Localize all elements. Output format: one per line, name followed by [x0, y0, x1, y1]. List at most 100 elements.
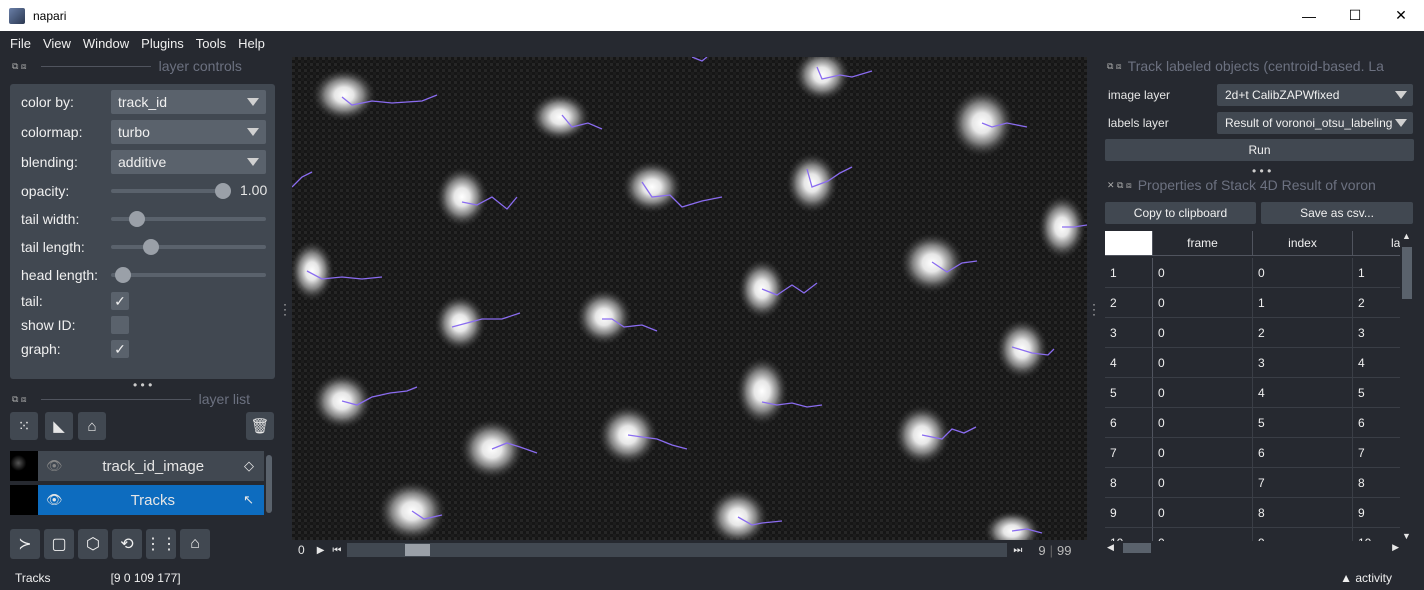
play-icon[interactable]: ▶ [317, 545, 325, 556]
scroll-right-icon[interactable]: ▶ [1392, 542, 1399, 553]
dock-float-icon[interactable]: ⧉ ⧈ [1107, 61, 1122, 72]
colormap-combo[interactable]: turbo [111, 120, 266, 144]
console-button[interactable]: ≻ [10, 529, 40, 559]
splitter-handle-icon[interactable]: • • • [133, 378, 152, 392]
scroll-down-icon[interactable]: ▼ [1402, 531, 1411, 541]
cell-frame[interactable]: 0 [1153, 318, 1253, 348]
cell-label[interactable]: 2 [1353, 288, 1400, 318]
cell-index[interactable]: 8 [1253, 498, 1353, 528]
cell-frame[interactable]: 0 [1153, 378, 1253, 408]
menu-file[interactable]: File [4, 36, 37, 51]
roll-dims-button[interactable]: ⬡ [78, 529, 108, 559]
head-length-slider[interactable] [111, 267, 266, 283]
cell-label[interactable]: 10 [1353, 528, 1400, 542]
row-number[interactable]: 4 [1105, 348, 1153, 378]
menu-window[interactable]: Window [77, 36, 135, 51]
column-header-label[interactable]: la [1353, 231, 1400, 256]
table-row[interactable]: 5045 [1105, 378, 1400, 408]
tail-length-slider-handle[interactable] [142, 239, 159, 255]
save-as-csv-button[interactable]: Save as csv... [1261, 202, 1413, 224]
new-points-layer-button[interactable]: ⁙ [10, 412, 38, 440]
tail-length-slider[interactable] [111, 239, 266, 255]
dock-float-icon[interactable]: ⧉ ⧈ [12, 394, 27, 405]
layer-row-tracks[interactable]: 👁 Tracks ↖ [10, 485, 264, 515]
cell-label[interactable]: 9 [1353, 498, 1400, 528]
scrollbar-thumb[interactable] [1123, 543, 1151, 553]
cell-frame[interactable]: 0 [1153, 528, 1253, 541]
table-horizontal-scrollbar[interactable]: ◀ ▶ [1105, 542, 1401, 554]
menu-help[interactable]: Help [232, 36, 271, 51]
opacity-slider-handle[interactable] [215, 183, 231, 199]
step-back-icon[interactable]: ⏮ [332, 545, 341, 556]
dock-close-float-icon[interactable]: ✕ ⧉ ⧈ [1107, 180, 1132, 191]
cell-label[interactable]: 1 [1353, 258, 1400, 288]
transpose-button[interactable]: ⟲ [112, 529, 142, 559]
labels-layer-combo[interactable]: Result of voronoi_otsu_labeling [1217, 112, 1413, 134]
scroll-up-icon[interactable]: ▲ [1402, 231, 1411, 241]
menu-plugins[interactable]: Plugins [135, 36, 190, 51]
step-forward-icon[interactable]: ⏭ [1013, 545, 1022, 556]
table-row[interactable]: 7067 [1105, 438, 1400, 468]
dims-slider-handle[interactable] [405, 544, 431, 556]
cell-label[interactable]: 6 [1353, 408, 1400, 438]
copy-to-clipboard-button[interactable]: Copy to clipboard [1105, 202, 1256, 224]
grid-button[interactable]: ⋮⋮ [145, 529, 177, 559]
blending-combo[interactable]: additive [111, 150, 266, 174]
cell-frame[interactable]: 0 [1153, 288, 1253, 318]
delete-layer-button[interactable]: 🗑 [246, 412, 274, 440]
cell-frame[interactable]: 0 [1153, 438, 1253, 468]
splitter-handle-icon[interactable]: • • • [1252, 164, 1271, 178]
visibility-eye-icon[interactable]: 👁 [46, 458, 63, 474]
ndisplay-button[interactable]: ▢ [44, 529, 74, 559]
minimize-button[interactable]: — [1286, 0, 1332, 31]
home-button[interactable]: ⌂ [180, 529, 210, 559]
new-shapes-layer-button[interactable]: ◣ [45, 412, 73, 440]
dims-current-value[interactable]: 9 [1038, 543, 1045, 558]
menu-tools[interactable]: Tools [190, 36, 232, 51]
column-header-index[interactable]: index [1253, 231, 1353, 256]
new-labels-layer-button[interactable]: ⌂ [78, 412, 106, 440]
head-length-slider-handle[interactable] [115, 267, 131, 283]
table-row[interactable]: 100910 [1105, 528, 1400, 541]
scroll-left-icon[interactable]: ◀ [1107, 542, 1114, 553]
table-vertical-scrollbar[interactable]: ▲ ▼ [1401, 231, 1413, 541]
tail-checkbox[interactable]: ✓ [111, 292, 129, 310]
cell-frame[interactable]: 0 [1153, 408, 1253, 438]
table-row[interactable]: 6056 [1105, 408, 1400, 438]
cell-index[interactable]: 9 [1253, 528, 1353, 541]
run-button[interactable]: Run [1105, 139, 1414, 161]
table-row[interactable]: 2012 [1105, 288, 1400, 318]
maximize-button[interactable]: ☐ [1332, 0, 1378, 31]
splitter-handle-icon[interactable]: · · · [283, 298, 287, 320]
opacity-slider[interactable] [111, 183, 231, 199]
viewer-canvas[interactable] [292, 57, 1087, 540]
row-number[interactable]: 5 [1105, 378, 1153, 408]
menu-view[interactable]: View [37, 36, 77, 51]
cell-label[interactable]: 5 [1353, 378, 1400, 408]
tail-width-slider[interactable] [111, 211, 266, 227]
scrollbar-thumb[interactable] [1402, 247, 1412, 299]
table-row[interactable]: 1001 [1105, 258, 1400, 288]
cell-label[interactable]: 8 [1353, 468, 1400, 498]
row-number[interactable]: 3 [1105, 318, 1153, 348]
cell-index[interactable]: 6 [1253, 438, 1353, 468]
cell-frame[interactable]: 0 [1153, 348, 1253, 378]
table-corner[interactable] [1105, 231, 1153, 256]
dims-slider-track[interactable] [347, 543, 1008, 557]
splitter-handle-icon[interactable]: · · · [1092, 298, 1096, 320]
cell-frame[interactable]: 0 [1153, 468, 1253, 498]
graph-checkbox[interactable]: ✓ [111, 340, 129, 358]
layer-list-scrollbar[interactable] [266, 455, 272, 513]
row-number[interactable]: 1 [1105, 258, 1153, 288]
tail-width-slider-handle[interactable] [128, 211, 145, 227]
close-button[interactable]: ✕ [1378, 0, 1424, 31]
visibility-eye-icon[interactable]: 👁 [46, 492, 63, 508]
cell-index[interactable]: 0 [1253, 258, 1353, 288]
cell-index[interactable]: 1 [1253, 288, 1353, 318]
cell-frame[interactable]: 0 [1153, 258, 1253, 288]
row-number[interactable]: 7 [1105, 438, 1153, 468]
table-row[interactable]: 8078 [1105, 468, 1400, 498]
cell-index[interactable]: 4 [1253, 378, 1353, 408]
color-by-combo[interactable]: track_id [111, 90, 266, 114]
column-header-frame[interactable]: frame [1153, 231, 1253, 256]
